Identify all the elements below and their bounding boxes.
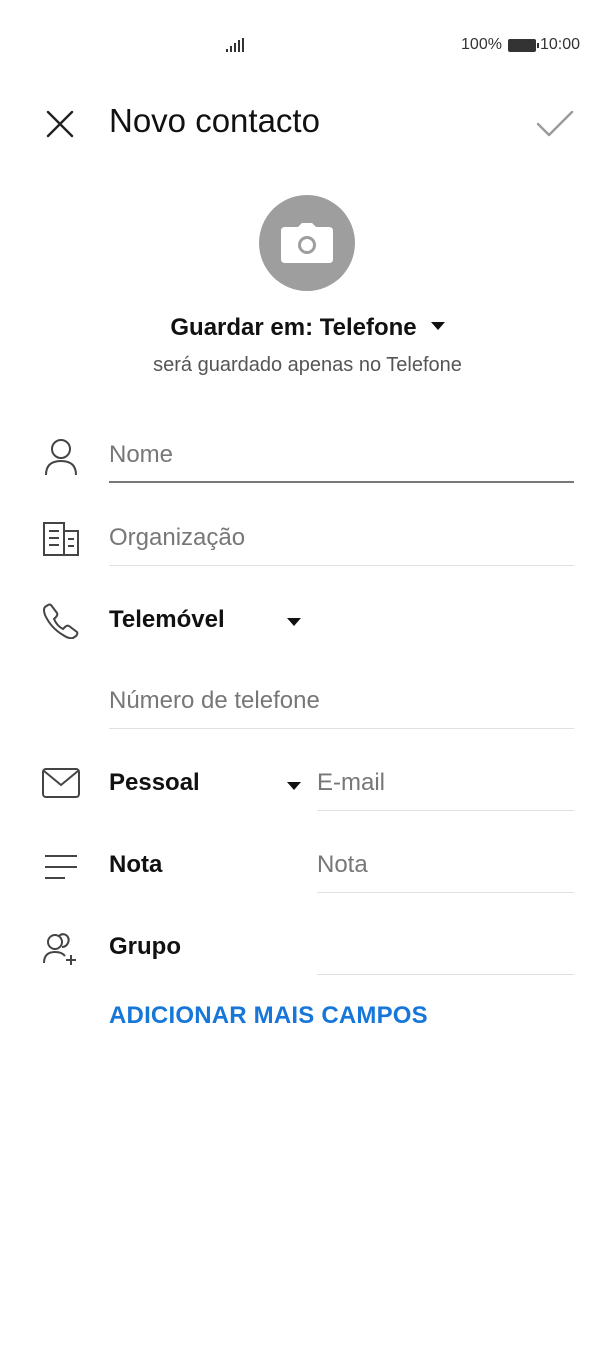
- save-button[interactable]: [533, 102, 577, 146]
- signal-icon: [226, 38, 244, 52]
- save-location-subtitle: será guardado apenas no Telefone: [153, 354, 462, 376]
- page-title: Novo contacto: [109, 102, 320, 139]
- email-underline: [317, 810, 574, 811]
- close-icon: [46, 110, 74, 138]
- status-right: 100% 10:00: [461, 36, 580, 54]
- note-label: Nota: [109, 851, 163, 878]
- chevron-down-icon[interactable]: [287, 618, 301, 626]
- group-icon: [40, 928, 82, 970]
- group-underline: [317, 974, 574, 975]
- organization-icon: [40, 518, 82, 560]
- name-input[interactable]: Nome: [109, 441, 173, 469]
- organization-input[interactable]: Organização: [109, 524, 245, 552]
- add-more-fields-button[interactable]: ADICIONAR MAIS CAMPOS: [109, 1002, 428, 1030]
- note-underline: [317, 892, 574, 893]
- group-label: Grupo: [109, 933, 181, 960]
- save-location-label: Guardar em: Telefone: [170, 314, 417, 341]
- app-header: Novo contacto: [0, 90, 615, 154]
- close-button[interactable]: [40, 104, 80, 144]
- phone-number-input[interactable]: Número de telefone: [109, 687, 320, 715]
- battery-percent: 100%: [461, 36, 502, 53]
- clock: 10:00: [539, 36, 580, 53]
- contact-photo-button[interactable]: [259, 195, 355, 291]
- chevron-down-icon: [430, 322, 445, 330]
- phone-icon: [40, 600, 82, 642]
- battery-icon: [507, 38, 539, 52]
- name-underline: [109, 481, 574, 483]
- organization-underline: [109, 565, 574, 566]
- note-input[interactable]: Nota: [317, 851, 368, 879]
- phone-type-dropdown[interactable]: Telemóvel: [109, 606, 225, 634]
- chevron-down-icon[interactable]: [287, 782, 301, 790]
- note-icon: [40, 846, 82, 888]
- camera-icon: [281, 223, 333, 263]
- email-type-dropdown[interactable]: Pessoal: [109, 769, 200, 797]
- group-select[interactable]: [317, 933, 574, 967]
- mail-icon: [40, 762, 82, 804]
- save-location-dropdown[interactable]: Guardar em: Telefone: [0, 314, 615, 342]
- email-input[interactable]: E-mail: [317, 769, 385, 797]
- phone-underline: [109, 728, 574, 729]
- status-bar: 100% 10:00: [0, 0, 615, 90]
- person-icon: [40, 436, 82, 478]
- check-icon: [536, 110, 574, 137]
